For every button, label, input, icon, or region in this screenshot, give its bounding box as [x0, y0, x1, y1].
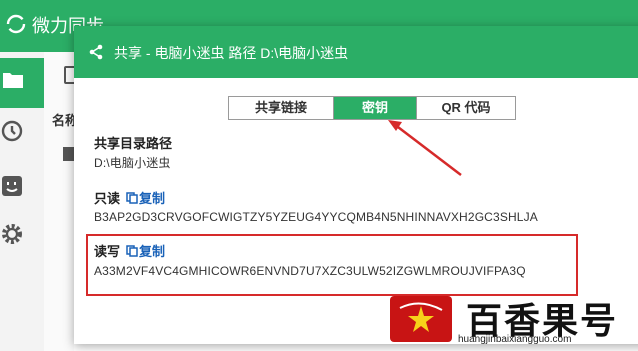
star-icon — [399, 302, 443, 332]
watermark-url: huangjinbaixiangguo.com — [458, 334, 572, 345]
watermark-logo — [390, 296, 452, 342]
